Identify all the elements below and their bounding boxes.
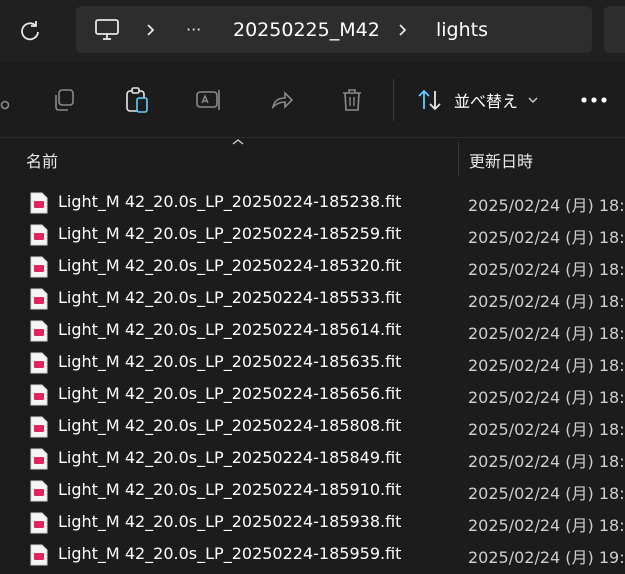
file-date: 2025/02/24 (月) 18: — [468, 196, 625, 215]
paste-icon — [126, 87, 148, 113]
fit-file-icon — [30, 288, 48, 310]
fit-file-icon — [30, 512, 48, 534]
fit-file-icon — [30, 192, 48, 214]
file-date: 2025/02/24 (月) 18: — [468, 324, 625, 343]
file-row[interactable]: Light_M 42_20.0s_LP_20250224-185533.fit … — [0, 283, 625, 315]
cut-button[interactable] — [0, 84, 16, 116]
sort-label: 並べ替え — [454, 92, 519, 111]
chevron-right-icon — [399, 23, 407, 36]
this-pc-button[interactable] — [94, 6, 120, 53]
chevron-down-icon — [528, 97, 538, 104]
refresh-icon — [21, 21, 39, 41]
refresh-button[interactable] — [14, 15, 46, 47]
file-date: 2025/02/24 (月) 18: — [468, 388, 625, 407]
file-date: 2025/02/24 (月) 18: — [468, 356, 625, 375]
file-name: Light_M 42_20.0s_LP_20250224-185849.fit — [58, 448, 402, 467]
rename-button[interactable] — [193, 84, 225, 116]
file-date: 2025/02/24 (月) 18: — [468, 484, 625, 503]
fit-file-icon — [30, 544, 48, 566]
fit-file-icon — [30, 224, 48, 246]
file-row[interactable]: Light_M 42_20.0s_LP_20250224-185238.fit … — [0, 187, 625, 219]
share-icon — [271, 91, 294, 110]
more-icon — [581, 97, 607, 103]
file-date: 2025/02/24 (月) 18: — [468, 452, 625, 471]
copy-button[interactable] — [48, 84, 80, 116]
cut-icon — [0, 100, 10, 110]
file-name: Light_M 42_20.0s_LP_20250224-185656.fit — [58, 384, 402, 403]
file-date: 2025/02/24 (月) 19: — [468, 548, 625, 567]
file-date: 2025/02/24 (月) 18: — [468, 228, 625, 247]
file-name: Light_M 42_20.0s_LP_20250224-185938.fit — [58, 512, 402, 531]
file-row[interactable]: Light_M 42_20.0s_LP_20250224-185320.fit … — [0, 251, 625, 283]
file-row[interactable]: Light_M 42_20.0s_LP_20250224-185938.fit … — [0, 507, 625, 539]
copy-icon — [55, 89, 74, 111]
file-date: 2025/02/24 (月) 18: — [468, 260, 625, 279]
file-name: Light_M 42_20.0s_LP_20250224-185533.fit — [58, 288, 402, 307]
file-row[interactable]: Light_M 42_20.0s_LP_20250224-185614.fit … — [0, 315, 625, 347]
computer-icon — [95, 18, 119, 40]
file-row[interactable]: Light_M 42_20.0s_LP_20250224-185635.fit … — [0, 347, 625, 379]
address-bar[interactable]: ··· 20250225_M42 lights — [76, 6, 592, 53]
chevron-right-icon — [147, 23, 155, 36]
file-name: Light_M 42_20.0s_LP_20250224-185259.fit — [58, 224, 402, 243]
file-date: 2025/02/24 (月) 18: — [468, 420, 625, 439]
file-name: Light_M 42_20.0s_LP_20250224-185238.fit — [58, 192, 402, 211]
rename-icon — [196, 90, 220, 110]
column-resize-handle[interactable] — [458, 142, 459, 176]
toolbar-divider — [393, 79, 394, 121]
sort-button[interactable]: 並べ替え — [416, 84, 540, 116]
breadcrumb-item-current[interactable]: lights — [436, 6, 488, 53]
more-options-button[interactable] — [578, 84, 610, 116]
file-name: Light_M 42_20.0s_LP_20250224-185910.fit — [58, 480, 402, 499]
file-row[interactable]: Light_M 42_20.0s_LP_20250224-185808.fit … — [0, 411, 625, 443]
file-row[interactable]: Light_M 42_20.0s_LP_20250224-185656.fit … — [0, 379, 625, 411]
fit-file-icon — [30, 480, 48, 502]
breadcrumb-separator[interactable] — [144, 6, 156, 53]
command-bar: 並べ替え — [0, 62, 625, 138]
file-name: Light_M 42_20.0s_LP_20250224-185959.fit — [58, 544, 402, 563]
file-name: Light_M 42_20.0s_LP_20250224-185320.fit — [58, 256, 402, 275]
file-name: Light_M 42_20.0s_LP_20250224-185635.fit — [58, 352, 402, 371]
file-date: 2025/02/24 (月) 18: — [468, 516, 625, 535]
sort-ascending-icon — [232, 139, 244, 145]
file-row[interactable]: Light_M 42_20.0s_LP_20250224-185259.fit … — [0, 219, 625, 251]
file-date: 2025/02/24 (月) 18: — [468, 292, 625, 311]
file-row[interactable]: Light_M 42_20.0s_LP_20250224-185959.fit … — [0, 539, 625, 571]
column-name-header[interactable]: 名前 — [26, 148, 58, 172]
column-date-header[interactable]: 更新日時 — [469, 148, 533, 172]
delete-button[interactable] — [336, 84, 368, 116]
trash-icon — [343, 89, 361, 111]
title-bar: ··· 20250225_M42 lights — [0, 0, 625, 62]
fit-file-icon — [30, 384, 48, 406]
breadcrumb-item[interactable]: 20250225_M42 — [233, 6, 380, 53]
fit-file-icon — [30, 256, 48, 278]
fit-file-icon — [30, 352, 48, 374]
file-row[interactable]: Light_M 42_20.0s_LP_20250224-185910.fit … — [0, 475, 625, 507]
fit-file-icon — [30, 448, 48, 470]
address-dropdown[interactable] — [604, 6, 625, 53]
fit-file-icon — [30, 320, 48, 342]
file-name: Light_M 42_20.0s_LP_20250224-185808.fit — [58, 416, 402, 435]
file-name: Light_M 42_20.0s_LP_20250224-185614.fit — [58, 320, 402, 339]
breadcrumb-separator[interactable] — [396, 6, 408, 53]
paste-button[interactable] — [121, 84, 153, 116]
column-header: 名前 更新日時 — [0, 138, 625, 176]
file-row[interactable]: Light_M 42_20.0s_LP_20250224-185849.fit … — [0, 443, 625, 475]
share-button[interactable] — [266, 84, 298, 116]
fit-file-icon — [30, 416, 48, 438]
breadcrumb-overflow-button[interactable]: ··· — [186, 6, 201, 53]
sort-icon — [418, 89, 441, 111]
